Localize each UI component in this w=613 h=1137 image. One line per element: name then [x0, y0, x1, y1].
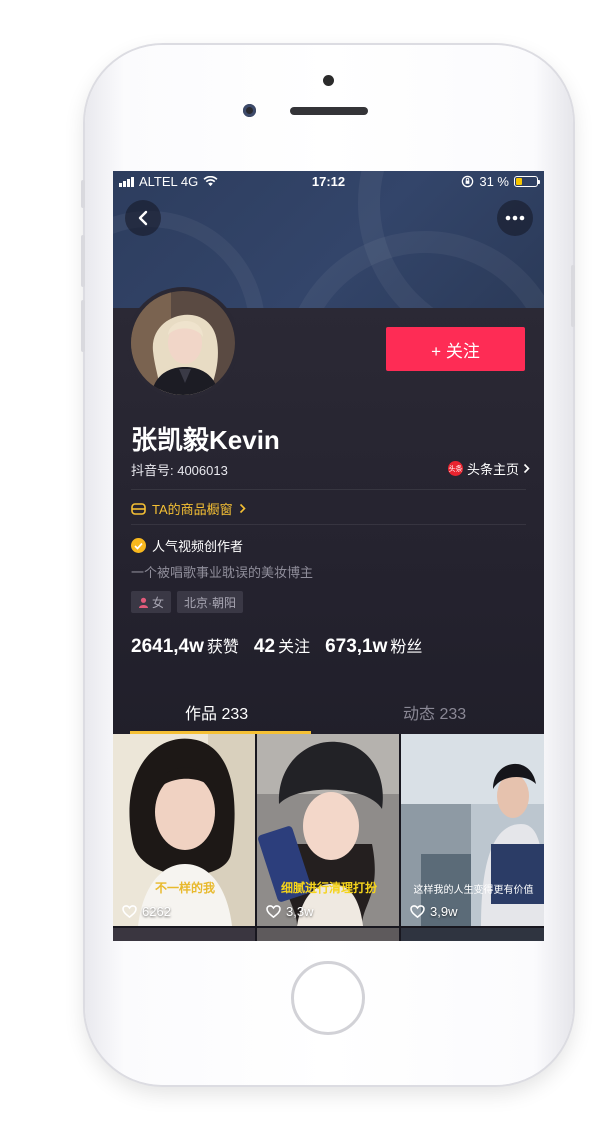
front-camera [243, 104, 256, 117]
heart-icon [266, 905, 281, 918]
toutiao-homepage-link[interactable]: 头条 头条主页 [447, 459, 530, 478]
avatar[interactable] [131, 291, 235, 395]
video-thumbnail-partial[interactable] [401, 928, 544, 941]
profile-stats: 2641,4w 获赞 42 关注 673,1w 粉丝 [131, 633, 422, 658]
proximity-sensor [323, 75, 334, 86]
volume-up-button [81, 235, 85, 287]
shop-cart-icon [131, 502, 146, 515]
stat-following[interactable]: 42 关注 [254, 633, 310, 658]
profile-bio: 一个被唱歌事业耽误的美妆博主 [131, 565, 314, 580]
divider [131, 489, 526, 490]
chevron-right-icon [239, 503, 246, 514]
video-grid: 不一样的我 6262 细腻进行清理打扮 3,3w 这样我的人生变得更有价值 3,… [113, 734, 544, 941]
battery-percent: 31 % [479, 174, 509, 189]
gender-tag-label: 女 [152, 595, 165, 610]
video-likes: 6262 [122, 904, 171, 919]
back-button[interactable] [125, 200, 161, 236]
toutiao-logo-icon: 头条 [447, 461, 463, 476]
more-button[interactable] [497, 200, 533, 236]
stat-likes: 2641,4w 获赞 [131, 633, 239, 658]
volume-down-button [81, 300, 85, 352]
verified-creator: 人气视频创作者 [131, 536, 243, 555]
location-tag-label: 北京·朝阳 [184, 595, 237, 610]
female-icon [139, 597, 148, 608]
heart-icon [122, 905, 137, 918]
status-bar: ALTEL 4G 17:12 31 % [113, 171, 544, 193]
likes-count: 3,3w [286, 904, 314, 919]
verified-badge-icon [131, 538, 146, 553]
mute-switch [81, 180, 85, 208]
earpiece-speaker [290, 107, 368, 115]
douyin-id: 抖音号: 4006013 [131, 463, 228, 478]
divider [131, 524, 526, 525]
stat-label: 获赞 [206, 639, 239, 656]
video-thumbnail[interactable]: 细腻进行清理打扮 3,3w [257, 734, 399, 926]
likes-count: 3,9w [430, 904, 458, 919]
app-screen: ALTEL 4G 17:12 31 % + 关注 张凯毅Kevin 抖音号: 4… [113, 171, 544, 941]
stat-label: 关注 [278, 639, 311, 656]
back-chevron-icon [138, 210, 148, 226]
video-caption: 细腻进行清理打扮 [280, 881, 377, 895]
stat-value: 2641,4w [131, 636, 204, 657]
video-thumbnail-partial[interactable] [113, 928, 255, 941]
stat-value: 673,1w [325, 636, 388, 657]
stat-value: 42 [253, 636, 276, 657]
video-likes: 3,9w [410, 904, 457, 919]
stat-label: 粉丝 [390, 639, 423, 656]
tab-works[interactable]: 作品 233 [185, 700, 248, 724]
home-button[interactable] [291, 961, 365, 1035]
follow-button[interactable]: + 关注 [386, 327, 525, 371]
toutiao-link-label: 头条主页 [466, 462, 519, 477]
video-thumbnail[interactable]: 不一样的我 6262 [113, 734, 255, 926]
heart-icon [410, 905, 425, 918]
follow-button-label: + 关注 [431, 341, 480, 361]
verified-label: 人气视频创作者 [152, 539, 244, 554]
profile-tags: 女 北京·朝阳 [131, 591, 244, 613]
video-caption: 这样我的人生变得更有价值 [413, 885, 534, 896]
shop-window-link[interactable]: TA的商品橱窗 [131, 499, 246, 518]
shop-window-label: TA的商品橱窗 [152, 502, 233, 517]
gender-tag: 女 [131, 591, 172, 613]
stat-followers[interactable]: 673,1w 粉丝 [325, 633, 422, 658]
chevron-right-icon [523, 463, 530, 474]
video-likes: 3,3w [266, 904, 313, 919]
location-tag: 北京·朝阳 [177, 591, 244, 613]
more-dots-icon [505, 215, 525, 221]
battery-icon [514, 176, 540, 187]
profile-name: 张凯毅Kevin [131, 425, 280, 455]
rotation-lock-icon [462, 175, 474, 188]
likes-count: 6262 [142, 904, 171, 919]
video-caption: 不一样的我 [154, 881, 215, 895]
video-thumbnail[interactable]: 这样我的人生变得更有价值 3,9w [401, 734, 544, 926]
power-button [571, 265, 575, 327]
tab-activity[interactable]: 动态 233 [403, 700, 466, 724]
video-thumbnail-partial[interactable] [257, 928, 399, 941]
